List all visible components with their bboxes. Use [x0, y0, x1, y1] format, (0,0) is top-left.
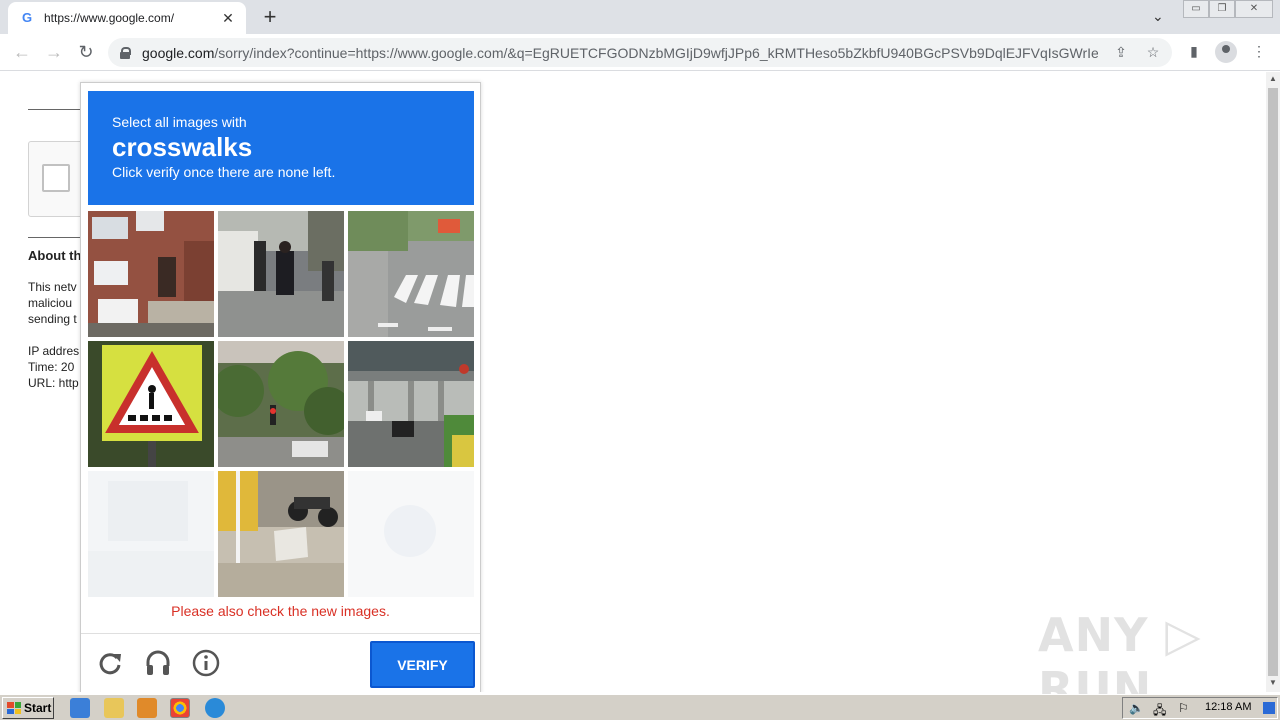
ip-address-line: IP addres: [28, 344, 80, 358]
bookmark-star-icon[interactable]: ☆: [1144, 44, 1162, 61]
reload-button[interactable]: ↻: [75, 41, 97, 63]
help-info-icon[interactable]: [191, 648, 221, 678]
clock: 12:18 AM: [1205, 701, 1252, 713]
volume-icon[interactable]: 🔈: [1129, 701, 1144, 715]
url-path: /sorry/index?continue=https://www.google…: [214, 44, 1098, 61]
restore-button[interactable]: ❐: [1209, 0, 1235, 18]
windows-taskbar: Start 🔈 🖧 ⚐ 12:18 AM: [0, 694, 1280, 720]
url-line: URL: http: [28, 376, 79, 390]
browser-tab[interactable]: G https://www.google.com/ ✕: [8, 2, 246, 34]
reload-challenge-icon[interactable]: [95, 648, 125, 678]
challenge-instruction: Select all images with: [112, 114, 247, 130]
verify-button[interactable]: VERIFY: [370, 641, 475, 688]
system-tray: 🔈 🖧 ⚐: [1122, 697, 1278, 719]
challenge-keyword: crosswalks: [112, 132, 253, 162]
profile-avatar-icon[interactable]: [1215, 41, 1237, 63]
page-scrollbar[interactable]: ▲ ▼: [1266, 72, 1280, 692]
image-tile[interactable]: [88, 211, 214, 337]
image-tile[interactable]: [218, 211, 344, 337]
image-tile-loading[interactable]: [88, 471, 214, 597]
start-button[interactable]: Start: [2, 697, 54, 719]
forward-button[interactable]: →: [43, 41, 65, 63]
address-bar[interactable]: google.com/sorry/index?continue=https://…: [108, 38, 1172, 67]
show-desktop-icon[interactable]: [1263, 702, 1275, 714]
image-tile[interactable]: [348, 341, 474, 467]
challenge-hint: Click verify once there are none left.: [112, 164, 336, 180]
lock-icon[interactable]: [120, 46, 131, 59]
page-content: About th This netv maliciou sending t IP…: [0, 72, 1266, 692]
scroll-thumb[interactable]: [1268, 88, 1278, 676]
windows-logo-icon: [7, 702, 21, 714]
internet-explorer-icon[interactable]: [70, 698, 90, 718]
about-heading: About th: [28, 248, 82, 263]
audio-challenge-headphones-icon[interactable]: [143, 648, 173, 678]
start-label: Start: [24, 701, 52, 715]
tab-close-icon[interactable]: ✕: [220, 10, 236, 27]
about-line: maliciou: [28, 296, 73, 310]
file-explorer-icon[interactable]: [104, 698, 124, 718]
tab-strip: G https://www.google.com/ ✕ + ⌄ ▭ ❐ ✕: [0, 0, 1280, 34]
browser-toolbar: ← → ↻ google.com/sorry/index?continue=ht…: [0, 34, 1280, 71]
new-tab-button[interactable]: +: [258, 4, 282, 30]
about-line: sending t: [28, 312, 77, 326]
image-tile[interactable]: [348, 211, 474, 337]
image-tile[interactable]: [218, 471, 344, 597]
challenge-header: Select all images with crosswalks Click …: [88, 91, 474, 205]
time-line: Time: 20: [28, 360, 75, 374]
challenge-footer: VERIFY: [81, 633, 480, 692]
google-favicon-icon: G: [22, 10, 33, 25]
recaptcha-challenge: Select all images with crosswalks Click …: [80, 82, 481, 692]
url-text[interactable]: google.com/sorry/index?continue=https://…: [142, 45, 1098, 61]
menu-kebab-icon[interactable]: ⋮: [1249, 43, 1269, 60]
scroll-up-arrow-icon[interactable]: ▲: [1269, 74, 1277, 83]
side-panel-icon[interactable]: ▮: [1184, 43, 1204, 60]
divider: [28, 109, 88, 110]
recaptcha-checkbox[interactable]: [42, 164, 70, 192]
divider: [28, 237, 88, 238]
close-window-button[interactable]: ✕: [1235, 0, 1273, 18]
share-icon[interactable]: ⇪: [1112, 44, 1130, 61]
media-player-icon[interactable]: [137, 698, 157, 718]
tab-title: https://www.google.com/: [44, 11, 175, 25]
minimize-button[interactable]: ▭: [1183, 0, 1209, 18]
error-message: Please also check the new images.: [171, 603, 390, 619]
tab-search-chevron-icon[interactable]: ⌄: [1152, 8, 1164, 25]
about-line: This netv: [28, 280, 77, 294]
image-tile[interactable]: [88, 341, 214, 467]
image-tile-loading[interactable]: [348, 471, 474, 597]
action-center-flag-icon[interactable]: ⚐: [1178, 701, 1189, 715]
chrome-icon[interactable]: [170, 698, 190, 718]
edge-icon[interactable]: [205, 698, 225, 718]
url-host: google.com: [142, 44, 215, 61]
network-icon[interactable]: 🖧: [1153, 701, 1166, 722]
back-button[interactable]: ←: [11, 41, 33, 63]
image-tile[interactable]: [218, 341, 344, 467]
image-grid: [88, 211, 474, 597]
recaptcha-anchor-box: [28, 141, 88, 217]
